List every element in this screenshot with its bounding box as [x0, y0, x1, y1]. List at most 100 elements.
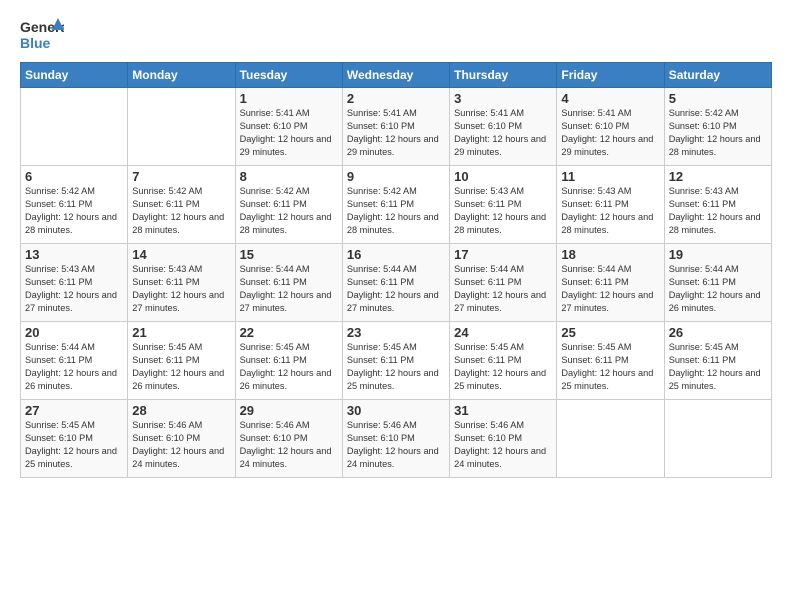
day-info: Sunrise: 5:45 AM Sunset: 6:10 PM Dayligh… — [25, 419, 123, 471]
day-number: 20 — [25, 325, 123, 340]
header-row: SundayMondayTuesdayWednesdayThursdayFrid… — [21, 63, 772, 88]
day-info: Sunrise: 5:42 AM Sunset: 6:11 PM Dayligh… — [25, 185, 123, 237]
day-cell: 17Sunrise: 5:44 AM Sunset: 6:11 PM Dayli… — [450, 244, 557, 322]
day-cell: 18Sunrise: 5:44 AM Sunset: 6:11 PM Dayli… — [557, 244, 664, 322]
day-number: 25 — [561, 325, 659, 340]
day-info: Sunrise: 5:45 AM Sunset: 6:11 PM Dayligh… — [347, 341, 445, 393]
day-cell: 3Sunrise: 5:41 AM Sunset: 6:10 PM Daylig… — [450, 88, 557, 166]
day-info: Sunrise: 5:41 AM Sunset: 6:10 PM Dayligh… — [454, 107, 552, 159]
page: General Blue SundayMondayTuesdayWednesda… — [0, 0, 792, 488]
day-number: 18 — [561, 247, 659, 262]
day-cell: 2Sunrise: 5:41 AM Sunset: 6:10 PM Daylig… — [342, 88, 449, 166]
day-info: Sunrise: 5:44 AM Sunset: 6:11 PM Dayligh… — [25, 341, 123, 393]
day-number: 26 — [669, 325, 767, 340]
week-row-2: 6Sunrise: 5:42 AM Sunset: 6:11 PM Daylig… — [21, 166, 772, 244]
day-cell — [664, 400, 771, 478]
day-info: Sunrise: 5:44 AM Sunset: 6:11 PM Dayligh… — [454, 263, 552, 315]
day-info: Sunrise: 5:45 AM Sunset: 6:11 PM Dayligh… — [669, 341, 767, 393]
day-number: 30 — [347, 403, 445, 418]
day-info: Sunrise: 5:46 AM Sunset: 6:10 PM Dayligh… — [132, 419, 230, 471]
day-number: 5 — [669, 91, 767, 106]
col-header-friday: Friday — [557, 63, 664, 88]
day-number: 10 — [454, 169, 552, 184]
day-cell: 31Sunrise: 5:46 AM Sunset: 6:10 PM Dayli… — [450, 400, 557, 478]
day-number: 24 — [454, 325, 552, 340]
day-cell — [21, 88, 128, 166]
day-number: 16 — [347, 247, 445, 262]
day-number: 28 — [132, 403, 230, 418]
day-cell — [128, 88, 235, 166]
day-number: 22 — [240, 325, 338, 340]
day-cell: 26Sunrise: 5:45 AM Sunset: 6:11 PM Dayli… — [664, 322, 771, 400]
calendar-table: SundayMondayTuesdayWednesdayThursdayFrid… — [20, 62, 772, 478]
header: General Blue — [20, 16, 772, 54]
day-info: Sunrise: 5:43 AM Sunset: 6:11 PM Dayligh… — [561, 185, 659, 237]
day-number: 21 — [132, 325, 230, 340]
day-info: Sunrise: 5:43 AM Sunset: 6:11 PM Dayligh… — [25, 263, 123, 315]
day-info: Sunrise: 5:42 AM Sunset: 6:11 PM Dayligh… — [347, 185, 445, 237]
day-number: 8 — [240, 169, 338, 184]
day-info: Sunrise: 5:45 AM Sunset: 6:11 PM Dayligh… — [240, 341, 338, 393]
day-cell: 19Sunrise: 5:44 AM Sunset: 6:11 PM Dayli… — [664, 244, 771, 322]
day-number: 11 — [561, 169, 659, 184]
day-info: Sunrise: 5:41 AM Sunset: 6:10 PM Dayligh… — [240, 107, 338, 159]
logo: General Blue — [20, 16, 64, 54]
day-info: Sunrise: 5:45 AM Sunset: 6:11 PM Dayligh… — [132, 341, 230, 393]
day-cell: 1Sunrise: 5:41 AM Sunset: 6:10 PM Daylig… — [235, 88, 342, 166]
day-info: Sunrise: 5:45 AM Sunset: 6:11 PM Dayligh… — [454, 341, 552, 393]
day-number: 1 — [240, 91, 338, 106]
day-cell: 14Sunrise: 5:43 AM Sunset: 6:11 PM Dayli… — [128, 244, 235, 322]
day-info: Sunrise: 5:41 AM Sunset: 6:10 PM Dayligh… — [561, 107, 659, 159]
day-number: 15 — [240, 247, 338, 262]
day-cell: 30Sunrise: 5:46 AM Sunset: 6:10 PM Dayli… — [342, 400, 449, 478]
day-info: Sunrise: 5:43 AM Sunset: 6:11 PM Dayligh… — [454, 185, 552, 237]
day-info: Sunrise: 5:43 AM Sunset: 6:11 PM Dayligh… — [132, 263, 230, 315]
week-row-1: 1Sunrise: 5:41 AM Sunset: 6:10 PM Daylig… — [21, 88, 772, 166]
day-cell: 21Sunrise: 5:45 AM Sunset: 6:11 PM Dayli… — [128, 322, 235, 400]
day-info: Sunrise: 5:44 AM Sunset: 6:11 PM Dayligh… — [240, 263, 338, 315]
day-number: 17 — [454, 247, 552, 262]
day-number: 31 — [454, 403, 552, 418]
day-number: 3 — [454, 91, 552, 106]
day-number: 6 — [25, 169, 123, 184]
day-info: Sunrise: 5:43 AM Sunset: 6:11 PM Dayligh… — [669, 185, 767, 237]
day-info: Sunrise: 5:46 AM Sunset: 6:10 PM Dayligh… — [454, 419, 552, 471]
day-cell: 12Sunrise: 5:43 AM Sunset: 6:11 PM Dayli… — [664, 166, 771, 244]
col-header-saturday: Saturday — [664, 63, 771, 88]
day-cell: 7Sunrise: 5:42 AM Sunset: 6:11 PM Daylig… — [128, 166, 235, 244]
day-number: 7 — [132, 169, 230, 184]
day-number: 4 — [561, 91, 659, 106]
day-cell: 23Sunrise: 5:45 AM Sunset: 6:11 PM Dayli… — [342, 322, 449, 400]
day-number: 27 — [25, 403, 123, 418]
day-cell: 13Sunrise: 5:43 AM Sunset: 6:11 PM Dayli… — [21, 244, 128, 322]
logo-svg: General Blue — [20, 16, 64, 54]
day-info: Sunrise: 5:45 AM Sunset: 6:11 PM Dayligh… — [561, 341, 659, 393]
week-row-5: 27Sunrise: 5:45 AM Sunset: 6:10 PM Dayli… — [21, 400, 772, 478]
day-info: Sunrise: 5:42 AM Sunset: 6:11 PM Dayligh… — [240, 185, 338, 237]
day-cell: 16Sunrise: 5:44 AM Sunset: 6:11 PM Dayli… — [342, 244, 449, 322]
day-info: Sunrise: 5:46 AM Sunset: 6:10 PM Dayligh… — [347, 419, 445, 471]
day-cell: 15Sunrise: 5:44 AM Sunset: 6:11 PM Dayli… — [235, 244, 342, 322]
day-number: 14 — [132, 247, 230, 262]
day-number: 2 — [347, 91, 445, 106]
day-cell — [557, 400, 664, 478]
day-info: Sunrise: 5:44 AM Sunset: 6:11 PM Dayligh… — [347, 263, 445, 315]
col-header-sunday: Sunday — [21, 63, 128, 88]
day-cell: 29Sunrise: 5:46 AM Sunset: 6:10 PM Dayli… — [235, 400, 342, 478]
day-number: 23 — [347, 325, 445, 340]
col-header-thursday: Thursday — [450, 63, 557, 88]
day-number: 29 — [240, 403, 338, 418]
day-cell: 25Sunrise: 5:45 AM Sunset: 6:11 PM Dayli… — [557, 322, 664, 400]
col-header-tuesday: Tuesday — [235, 63, 342, 88]
week-row-3: 13Sunrise: 5:43 AM Sunset: 6:11 PM Dayli… — [21, 244, 772, 322]
day-number: 9 — [347, 169, 445, 184]
col-header-wednesday: Wednesday — [342, 63, 449, 88]
day-info: Sunrise: 5:46 AM Sunset: 6:10 PM Dayligh… — [240, 419, 338, 471]
day-info: Sunrise: 5:44 AM Sunset: 6:11 PM Dayligh… — [561, 263, 659, 315]
day-cell: 24Sunrise: 5:45 AM Sunset: 6:11 PM Dayli… — [450, 322, 557, 400]
day-info: Sunrise: 5:42 AM Sunset: 6:10 PM Dayligh… — [669, 107, 767, 159]
day-cell: 11Sunrise: 5:43 AM Sunset: 6:11 PM Dayli… — [557, 166, 664, 244]
day-cell: 9Sunrise: 5:42 AM Sunset: 6:11 PM Daylig… — [342, 166, 449, 244]
day-cell: 22Sunrise: 5:45 AM Sunset: 6:11 PM Dayli… — [235, 322, 342, 400]
day-cell: 4Sunrise: 5:41 AM Sunset: 6:10 PM Daylig… — [557, 88, 664, 166]
